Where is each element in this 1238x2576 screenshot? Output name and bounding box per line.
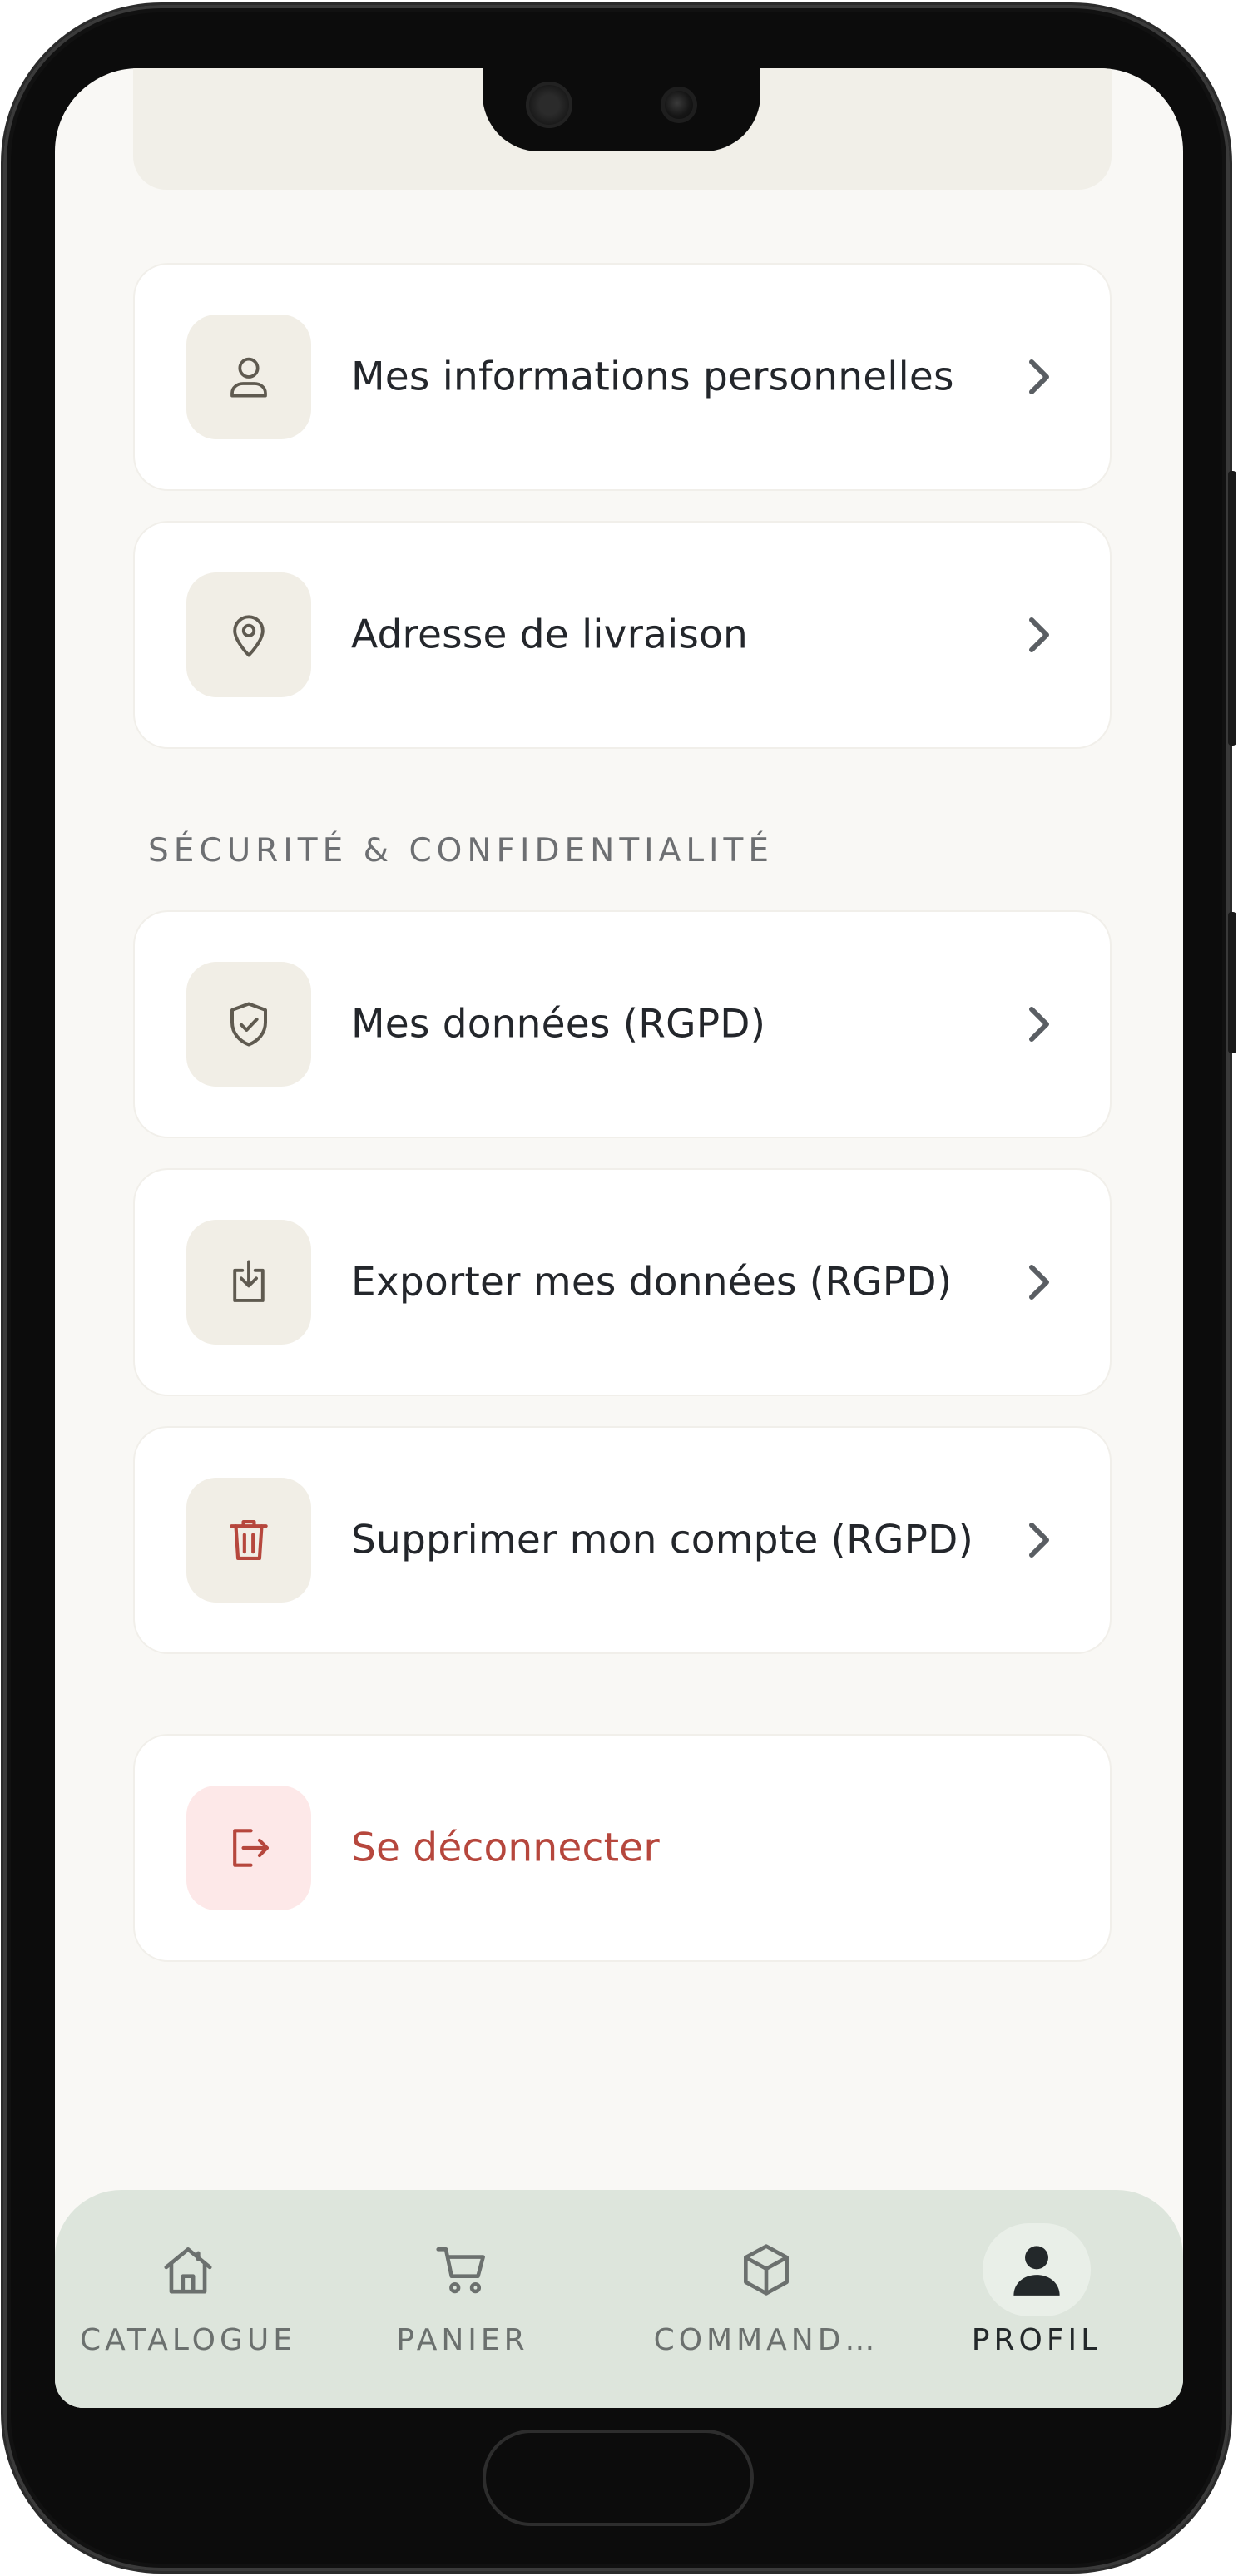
- menu-icon-box: [186, 1786, 311, 1910]
- section-title-security: SÉCURITÉ & CONFIDENTIALITÉ: [148, 832, 775, 869]
- menu-item-export-data[interactable]: Exporter mes données (RGPD): [135, 1170, 1110, 1395]
- sensor-icon: [526, 82, 572, 128]
- nav-label: PROFIL: [971, 2323, 1102, 2357]
- nav-label: COMMAND…: [653, 2323, 879, 2357]
- menu-item-label: Mes informations personnelles: [351, 354, 954, 400]
- download-icon: [233, 1260, 265, 1302]
- app-screen: Mes informations personnelles Adresse de…: [55, 68, 1183, 2408]
- menu-item-my-data[interactable]: Mes données (RGPD): [135, 912, 1110, 1137]
- chevron-right-icon: [1029, 1523, 1049, 1558]
- nav-icon-wrap: [429, 2237, 496, 2303]
- menu-icon-box: [186, 315, 311, 439]
- front-camera-notch: [483, 68, 760, 151]
- menu-icon-box: [186, 1478, 311, 1603]
- chevron-right-icon: [1029, 617, 1049, 652]
- location-pin-icon: [233, 615, 265, 657]
- menu-item-delete-account[interactable]: Supprimer mon compte (RGPD): [135, 1428, 1110, 1652]
- nav-label: PANIER: [396, 2323, 529, 2357]
- menu-item-delivery-address[interactable]: Adresse de livraison: [135, 523, 1110, 747]
- volume-button: [1228, 471, 1236, 746]
- user-icon: [230, 357, 267, 398]
- menu-item-label: Supprimer mon compte (RGPD): [351, 1517, 974, 1563]
- menu-item-label: Adresse de livraison: [351, 612, 749, 658]
- nav-icon-wrap: [733, 2237, 800, 2303]
- phone-frame: Mes informations personnelles Adresse de…: [3, 5, 1236, 2571]
- home-button[interactable]: [483, 2430, 754, 2526]
- nav-item-profil[interactable]: PROFIL: [937, 2190, 1136, 2408]
- bottom-nav: CATALOGUE PANIER COMMAND… PROFIL: [55, 2190, 1183, 2408]
- menu-item-label: Exporter mes données (RGPD): [351, 1259, 953, 1305]
- box-icon: [744, 2244, 789, 2296]
- home-icon: [164, 2247, 212, 2294]
- menu-icon-box: [186, 572, 311, 697]
- camera-icon: [661, 87, 697, 123]
- menu-item-personal-info[interactable]: Mes informations personnelles: [135, 265, 1110, 489]
- menu-icon-box: [186, 1220, 311, 1345]
- logout-icon: [233, 1829, 270, 1867]
- nav-label: CATALOGUE: [80, 2323, 296, 2357]
- menu-icon-box: [186, 962, 311, 1087]
- chevron-right-icon: [1029, 359, 1049, 394]
- power-button: [1228, 912, 1236, 1053]
- logout-label: Se déconnecter: [351, 1825, 660, 1871]
- nav-item-catalogue[interactable]: CATALOGUE: [55, 2190, 321, 2408]
- shield-check-icon: [230, 1002, 267, 1047]
- logout-button[interactable]: Se déconnecter: [135, 1736, 1110, 1960]
- chevron-right-icon: [1029, 1265, 1049, 1300]
- menu-item-label: Mes données (RGPD): [351, 1001, 766, 1048]
- chevron-right-icon: [1029, 1007, 1049, 1042]
- nav-icon-wrap-active: [983, 2223, 1091, 2316]
- nav-item-commandes[interactable]: COMMAND…: [629, 2190, 904, 2408]
- cart-icon: [436, 2247, 485, 2294]
- trash-icon: [230, 1519, 268, 1561]
- nav-item-panier[interactable]: PANIER: [338, 2190, 587, 2408]
- nav-icon-wrap: [155, 2237, 221, 2303]
- person-icon: [1013, 2246, 1060, 2296]
